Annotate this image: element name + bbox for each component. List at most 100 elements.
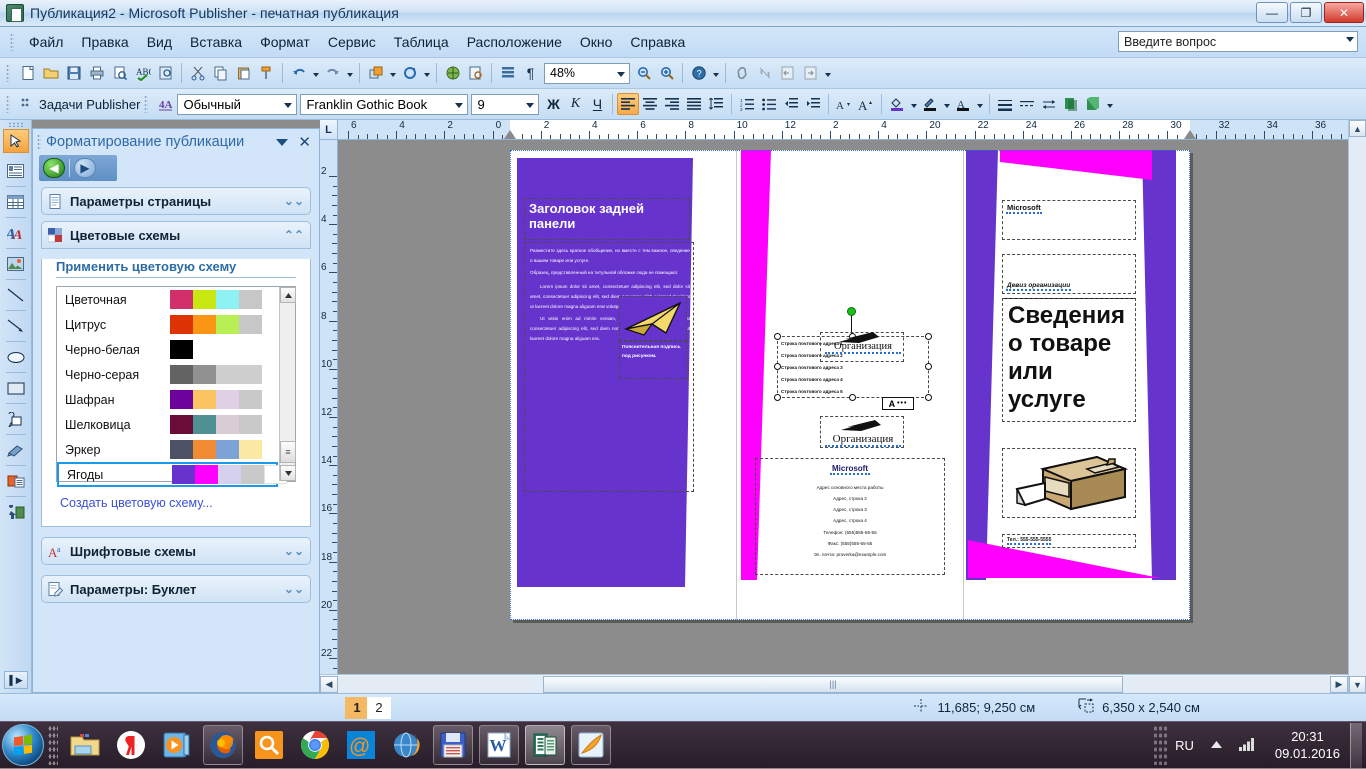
- scroll-up-arrow-icon[interactable]: ▲: [1349, 120, 1366, 137]
- bring-front-dropdown-icon[interactable]: [387, 62, 398, 85]
- chevron-down-icon[interactable]: [276, 138, 289, 146]
- previous-frame-icon[interactable]: [776, 62, 799, 85]
- menu-edit[interactable]: Правка: [72, 31, 137, 53]
- front-company-frame[interactable]: Microsoft: [1002, 200, 1136, 240]
- search-icon[interactable]: [249, 725, 289, 765]
- next-frame-icon[interactable]: [799, 62, 822, 85]
- network-signal-icon[interactable]: [1238, 737, 1257, 754]
- section-publication-options[interactable]: Параметры: Буклет ⌄⌄: [41, 575, 311, 603]
- save-window-icon[interactable]: [433, 725, 473, 765]
- back-panel-heading-frame[interactable]: Заголовок задней панели: [524, 198, 690, 240]
- front-phone-frame[interactable]: Тел.: 555-555-5555: [1002, 534, 1136, 548]
- line-style-icon[interactable]: [994, 93, 1016, 115]
- hyperlink-icon[interactable]: [730, 62, 753, 85]
- front-panel[interactable]: Microsoft Девиз организации Сведения о т…: [964, 150, 1190, 620]
- rotate-icon[interactable]: [398, 62, 421, 85]
- arrow-tool[interactable]: [3, 314, 29, 338]
- color-scheme-item[interactable]: Эркер: [57, 437, 278, 462]
- style-group-grip-icon[interactable]: [144, 95, 149, 113]
- font-size-combobox[interactable]: 9: [471, 93, 540, 115]
- close-icon[interactable]: ✕: [298, 133, 311, 151]
- scroll-down-arrow-icon[interactable]: [280, 465, 296, 481]
- color-scheme-item[interactable]: Цитрус: [57, 312, 278, 337]
- decrease-font-icon[interactable]: A: [833, 93, 855, 115]
- fill-color-dropdown-icon[interactable]: [908, 93, 919, 116]
- text-box-tool[interactable]: [3, 159, 29, 183]
- undo-icon[interactable]: [287, 62, 310, 85]
- picture-frame-tool[interactable]: [3, 252, 29, 276]
- copy-icon[interactable]: [209, 62, 232, 85]
- standard-toolbar-grip-icon[interactable]: [6, 64, 10, 82]
- autoshapes-tool[interactable]: [3, 407, 29, 431]
- align-justify-icon[interactable]: [683, 93, 705, 115]
- chevron-down-icon[interactable]: [526, 102, 535, 108]
- ask-a-question-input[interactable]: Введите вопрос: [1118, 31, 1358, 52]
- selection-handle[interactable]: [925, 333, 932, 340]
- media-player-icon[interactable]: [157, 725, 197, 765]
- style-combobox[interactable]: Обычный: [177, 93, 298, 115]
- vertical-scrollbar[interactable]: ▲ ▼: [1348, 120, 1366, 693]
- rectangle-tool[interactable]: [3, 376, 29, 400]
- shadow-style-icon[interactable]: [1060, 93, 1082, 115]
- chevron-down-icon[interactable]: [1346, 37, 1354, 42]
- color-scheme-item[interactable]: Черно-серая: [57, 362, 278, 387]
- selection-handle[interactable]: [774, 394, 781, 401]
- chevron-down-icon[interactable]: [455, 102, 464, 108]
- color-scheme-item[interactable]: Ягоды: [57, 462, 287, 487]
- explorer-icon[interactable]: [65, 725, 105, 765]
- image-viewer-icon[interactable]: [571, 725, 611, 765]
- text-overflow-icon[interactable]: A •••: [882, 397, 914, 410]
- toolbar-options-icon-2[interactable]: [822, 62, 833, 85]
- create-color-scheme-link[interactable]: Создать цветовую схему...: [60, 496, 213, 510]
- ruler-margin-marker[interactable]: [504, 130, 516, 139]
- italic-button[interactable]: К: [564, 93, 586, 115]
- font-color-dropdown-icon[interactable]: [974, 93, 985, 116]
- minimize-button[interactable]: —: [1256, 2, 1288, 23]
- new-document-icon[interactable]: [16, 62, 39, 85]
- underline-button[interactable]: Ч: [586, 93, 608, 115]
- show-hidden-icons-icon[interactable]: [1210, 738, 1223, 752]
- redo-icon[interactable]: [321, 62, 344, 85]
- ruler-margin-marker[interactable]: [1184, 130, 1196, 139]
- print-preview-icon[interactable]: [108, 62, 131, 85]
- word-window-icon[interactable]: W: [479, 725, 519, 765]
- scroll-down-arrow-icon[interactable]: ▼: [1349, 676, 1366, 693]
- show-formatting-icon[interactable]: ¶: [519, 62, 542, 85]
- paste-icon[interactable]: [232, 62, 255, 85]
- mailru-icon[interactable]: @: [341, 725, 381, 765]
- publisher-tasks-label[interactable]: Задачи Publisher: [39, 97, 140, 112]
- special-characters-icon[interactable]: [496, 62, 519, 85]
- chevron-down-icon[interactable]: ⌄⌄: [284, 582, 304, 596]
- redo-dropdown-icon[interactable]: [344, 62, 355, 85]
- font-color-icon[interactable]: A: [952, 93, 974, 115]
- chevron-down-icon[interactable]: ⌄⌄: [284, 544, 304, 558]
- bold-button[interactable]: Ж: [542, 93, 564, 115]
- menu-help[interactable]: Справка: [621, 31, 694, 53]
- bulleted-list-icon[interactable]: [758, 93, 780, 115]
- increase-font-icon[interactable]: A: [855, 93, 877, 115]
- design-gallery-tool[interactable]: [3, 438, 29, 462]
- page-tab-1[interactable]: 1: [345, 696, 369, 719]
- taskbar-grip-icon[interactable]: [48, 725, 58, 765]
- decrease-indent-icon[interactable]: [780, 93, 802, 115]
- scrollbar-thumb[interactable]: ≡: [280, 441, 296, 463]
- objects-toolbar-grip-icon[interactable]: [7, 122, 24, 127]
- numbered-list-icon[interactable]: 123: [736, 93, 758, 115]
- color-scheme-scrollbar[interactable]: ≡: [279, 287, 296, 481]
- vertical-ruler[interactable]: 2 4 6 8 10 12 14 16 18 20 22: [320, 140, 338, 693]
- menu-tools[interactable]: Сервис: [319, 31, 385, 53]
- selection-handle[interactable]: [925, 394, 932, 401]
- maximize-button[interactable]: ❐: [1290, 2, 1322, 23]
- selection-handle[interactable]: [774, 333, 781, 340]
- save-icon[interactable]: [62, 62, 85, 85]
- rotate-dropdown-icon[interactable]: [421, 62, 432, 85]
- design-gallery-object-tool[interactable]: [3, 500, 29, 524]
- formatting-toolbar-grip-icon[interactable]: [6, 95, 10, 113]
- close-button[interactable]: ✕: [1324, 2, 1364, 23]
- dash-style-icon[interactable]: [1016, 93, 1038, 115]
- color-scheme-item[interactable]: Черно-белая: [57, 337, 278, 362]
- insert-table-tool[interactable]: [3, 190, 29, 214]
- line-color-dropdown-icon[interactable]: [941, 93, 952, 116]
- selection-handle[interactable]: [849, 394, 856, 401]
- line-spacing-icon[interactable]: [705, 93, 727, 115]
